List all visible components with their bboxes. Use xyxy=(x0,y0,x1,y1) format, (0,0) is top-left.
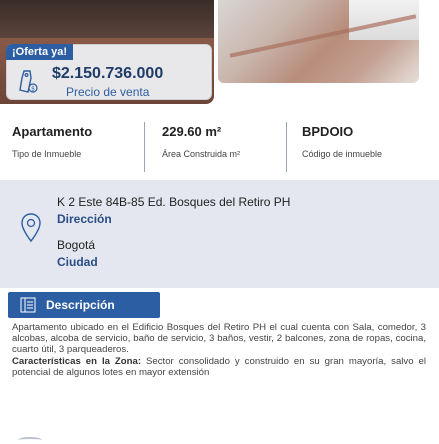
photo-roof-area xyxy=(0,0,214,38)
location-pin-icon xyxy=(21,213,41,243)
built-area-value: 229.60 m² xyxy=(162,124,222,139)
detail-property-type: Apartamento Tipo de Inmueble xyxy=(12,124,92,159)
property-type-value: Apartamento xyxy=(12,124,93,139)
offer-badge: ¡Oferta ya! xyxy=(6,44,74,60)
property-detail-page: ¡Oferta ya! $ $2.150.736.000 Precio de v… xyxy=(0,0,439,444)
list-lines-icon xyxy=(20,297,36,313)
built-area-label: Área Construida m² xyxy=(162,149,241,159)
scroll-more-indicator xyxy=(18,437,42,443)
description-text: Apartamento ubicado en el Edificio Bosqu… xyxy=(12,322,426,378)
detail-built-area: 229.60 m² Área Construida m² xyxy=(162,124,240,159)
detail-divider xyxy=(144,122,145,172)
price-tag-icon: $ xyxy=(19,70,38,93)
city-value: Bogotá xyxy=(57,238,96,252)
price-value: $2.150.736.000 xyxy=(52,65,164,82)
zone-features-title: Características en la Zona: xyxy=(12,355,142,367)
description-tab[interactable]: Descripción xyxy=(8,292,160,318)
detail-divider xyxy=(286,122,287,172)
price-label: Precio de venta xyxy=(66,85,150,99)
address-label: Dirección xyxy=(57,212,112,226)
property-type-label: Tipo de Inmueble xyxy=(12,149,82,159)
city-label: Ciudad xyxy=(57,255,98,269)
svg-text:$: $ xyxy=(31,86,35,93)
property-code-value: BPDOIO xyxy=(302,124,354,139)
property-code-label: Código de inmueble xyxy=(302,149,383,159)
detail-property-code: BPDOIO Código de inmueble xyxy=(302,124,382,159)
description-paragraph: Apartamento ubicado en el Edificio Bosqu… xyxy=(12,322,426,356)
description-tab-label: Descripción xyxy=(46,298,115,312)
address-value: K 2 Este 84B-85 Ed. Bosques del Retiro P… xyxy=(57,195,291,209)
property-photo-secondary[interactable] xyxy=(218,0,419,83)
